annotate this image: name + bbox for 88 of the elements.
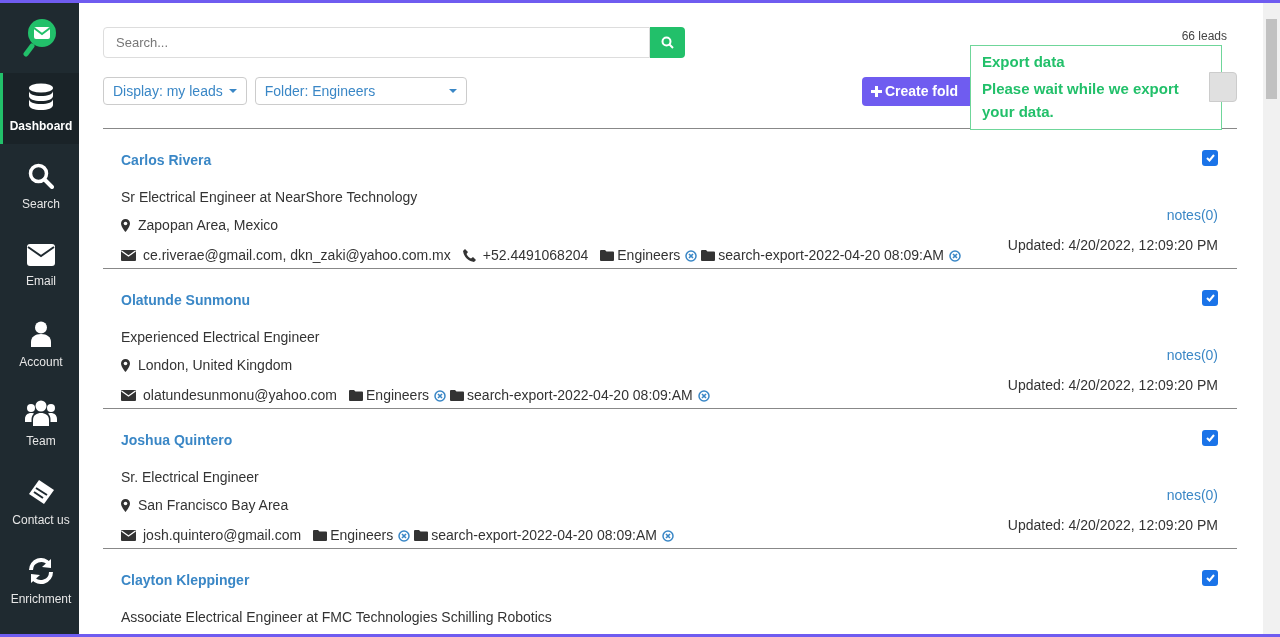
lead-name-link[interactable]: Joshua Quintero: [121, 430, 233, 451]
envelope-icon: [27, 243, 55, 266]
lead-location: London, United Kingdom: [138, 356, 293, 375]
lead-email: olatundesunmonu@yahoo.com: [143, 386, 337, 405]
location-pin-icon: [121, 499, 130, 512]
sidebar-item[interactable]: Search: [0, 152, 79, 223]
notes-link[interactable]: notes(0): [1166, 485, 1218, 506]
remove-folder-button[interactable]: [434, 389, 447, 402]
updated-time: Updated: 4/20/2022, 12:09:20 PM: [1007, 376, 1218, 395]
envelope-icon: [121, 390, 136, 401]
phone-icon: [462, 249, 476, 262]
caret-icon: [448, 89, 457, 93]
folder-icon: [450, 390, 465, 401]
logo-icon: [22, 18, 57, 58]
lead-count: 66 leads: [1181, 28, 1227, 45]
remove-folder-button[interactable]: [697, 389, 710, 402]
envelope-icon: [121, 250, 136, 261]
lead-title: Experienced Electrical Engineer: [121, 328, 320, 347]
folder-tag: search-export-2022-04-20 08:09:AM: [718, 245, 944, 266]
search-icon: [28, 162, 54, 189]
sidebar-item[interactable]: Contact us: [0, 468, 79, 539]
folder-icon: [313, 530, 328, 541]
close-icon: [661, 529, 674, 542]
envelope-icon: [121, 530, 136, 541]
create-folder-button[interactable]: Create fold: [861, 76, 970, 106]
folder-icon: [600, 250, 615, 261]
lead-title: Associate Electrical Engineer at FMC Technologies Schilling Robotics: [121, 608, 552, 627]
person-icon: [31, 320, 51, 347]
sidebar-item[interactable]: Account: [0, 310, 79, 381]
remove-folder-button[interactable]: [661, 529, 674, 542]
lead-checkbox[interactable]: [1202, 290, 1218, 306]
lead-checkbox[interactable]: [1202, 570, 1218, 586]
check-icon: [1205, 154, 1215, 162]
lead-email: ce.riverae@gmail.com, dkn_zaki@yahoo.com.mx: [143, 246, 451, 265]
check-icon: [1205, 434, 1215, 442]
close-icon: [434, 389, 447, 402]
folder-tag: Engineers: [617, 245, 681, 266]
folder-tag: search-export-2022-04-20 08:09:AM: [431, 525, 657, 546]
folder-icon: [349, 390, 363, 401]
sidebar-item[interactable]: Dashboard: [0, 73, 79, 144]
folder-icon: [701, 250, 716, 261]
database-icon: [28, 82, 54, 111]
sidebar-item[interactable]: Email: [0, 231, 79, 302]
check-icon: [1205, 294, 1215, 302]
lead-checkbox[interactable]: [1202, 430, 1218, 446]
close-icon: [398, 529, 411, 542]
scrollbar[interactable]: [1263, 3, 1280, 634]
location-pin-icon: [121, 359, 130, 372]
notes-link[interactable]: notes(0): [1166, 345, 1218, 366]
lead-checkbox[interactable]: [1202, 150, 1218, 166]
toast-message: Please wait while we export your data.: [982, 78, 1180, 122]
lead-location: San Francisco Bay Area: [138, 496, 289, 515]
lead-name-link[interactable]: Clayton Kleppinger: [121, 570, 250, 591]
group-icon: [25, 399, 57, 426]
search-field[interactable]: Search...: [103, 27, 650, 58]
search-button[interactable]: [650, 27, 685, 58]
updated-time: Updated: 4/20/2022, 12:09:20 PM: [1007, 236, 1218, 255]
display-dropdown[interactable]: Display: my leads: [103, 77, 247, 105]
folder-dropdown[interactable]: Folder: Engineers: [254, 77, 467, 105]
lead-title: Sr. Electrical Engineer: [121, 468, 259, 487]
close-icon: [685, 249, 698, 262]
refresh-icon: [28, 557, 54, 584]
folder-tag: Engineers: [330, 525, 394, 546]
updated-time: Updated: 4/20/2022, 12:09:20 PM: [1007, 516, 1218, 535]
toast-title: Export data: [982, 52, 1066, 72]
close-icon: [697, 389, 710, 402]
folder-icon: [414, 530, 429, 541]
close-icon: [949, 249, 961, 262]
lead-title: Sr Electrical Engineer at NearShore Technology: [121, 188, 418, 207]
lead-name-link[interactable]: Olatunde Sunmonu: [121, 290, 251, 311]
lead-location: Zapopan Area, Mexico: [138, 216, 279, 235]
remove-folder-button[interactable]: [949, 249, 961, 262]
remove-folder-button[interactable]: [398, 529, 411, 542]
location-pin-icon: [121, 219, 130, 232]
sidebar-item[interactable]: Team: [0, 389, 79, 460]
lead-email: josh.quintero@gmail.com: [143, 526, 302, 545]
folder-tag: Engineers: [366, 385, 430, 406]
sidebar-item[interactable]: Enrichment: [0, 547, 79, 618]
search-icon: [661, 36, 674, 49]
folder-tag: search-export-2022-04-20 08:09:AM: [467, 385, 693, 406]
remove-folder-button[interactable]: [685, 249, 698, 262]
check-icon: [1205, 574, 1215, 582]
ticket-icon: [27, 478, 55, 505]
caret-icon: [228, 89, 237, 93]
lead-name-link[interactable]: Carlos Rivera: [121, 150, 212, 171]
notes-link[interactable]: notes(0): [1166, 205, 1218, 226]
lead-phone: +52.4491068204: [482, 246, 589, 265]
plus-icon: [870, 85, 882, 97]
